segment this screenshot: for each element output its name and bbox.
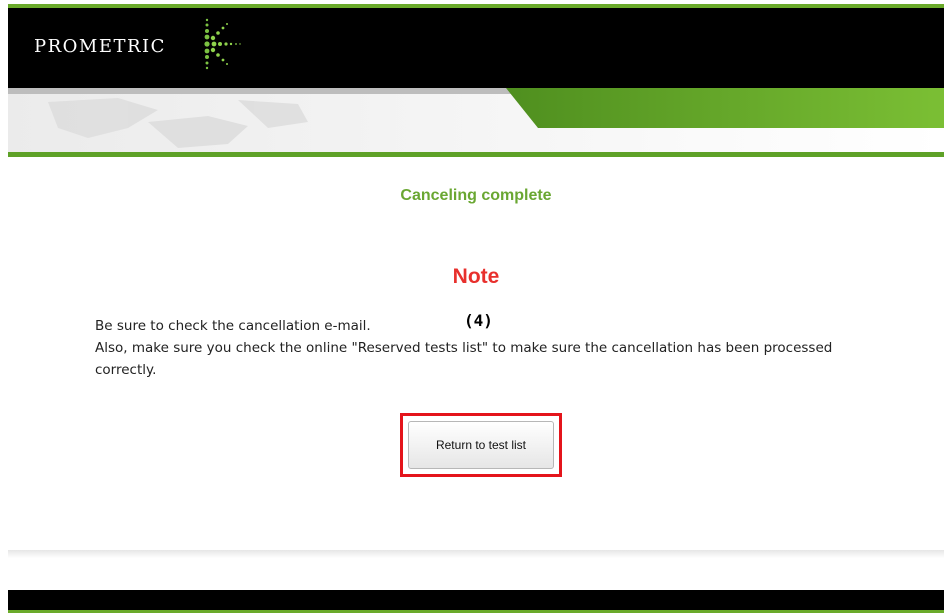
header-banner [8, 88, 944, 152]
message-line-reserved-tests: Also, make sure you check the online "Re… [95, 340, 833, 378]
step-marker: (4) [464, 311, 493, 330]
content-panel: Canceling complete Note Be sure to check… [8, 157, 944, 550]
content-bottom-shadow [8, 550, 944, 558]
page: PROMETRIC Canceling complete Note Be sur… [0, 0, 944, 613]
prometric-logo-icon [204, 18, 241, 70]
return-to-test-list-button[interactable]: Return to test list [408, 421, 554, 469]
prometric-logo-text: PROMETRIC [34, 36, 166, 57]
footer-bar [8, 590, 944, 610]
page-title: Canceling complete [400, 187, 552, 204]
note-heading: Note [452, 265, 500, 288]
